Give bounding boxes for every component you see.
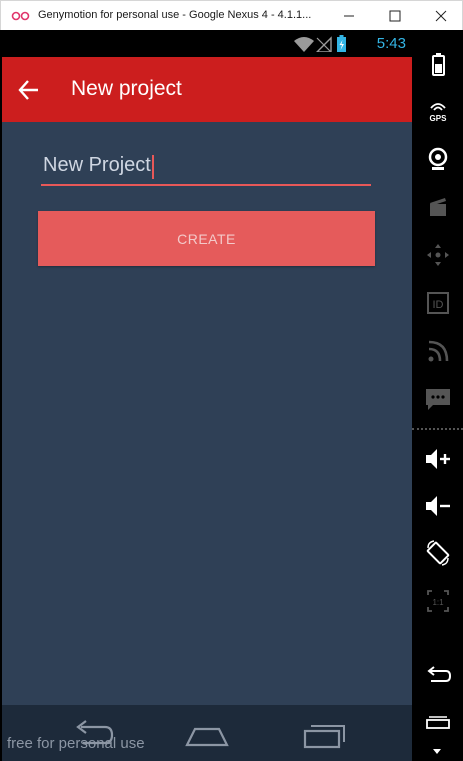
device-screen: 5:43 New project New Project CREATE free… xyxy=(2,30,412,761)
close-button[interactable] xyxy=(418,1,463,31)
genymotion-logo-icon xyxy=(11,11,30,21)
window-title: Genymotion for personal use - Google Nex… xyxy=(38,9,312,21)
screencast-button[interactable] xyxy=(423,192,453,222)
app-toolbar: New project xyxy=(2,57,412,122)
device-id-icon: ID xyxy=(427,292,449,314)
project-name-value: New Project xyxy=(43,154,151,176)
watermark: free for personal use xyxy=(7,735,145,752)
emulator-side-panel: GPS ID 1:1 xyxy=(412,30,463,761)
battery-icon xyxy=(337,35,346,52)
volume-down-icon xyxy=(426,496,450,516)
back-icon xyxy=(427,666,452,682)
pixel-perfect-icon: 1:1 xyxy=(427,590,449,612)
side-panel-divider xyxy=(412,428,463,430)
project-name-field[interactable]: New Project xyxy=(41,152,371,186)
dpad-icon xyxy=(427,244,449,266)
network-icon xyxy=(428,340,449,362)
rotate-button[interactable] xyxy=(423,538,453,568)
network-button[interactable] xyxy=(423,336,453,366)
window-titlebar[interactable]: Genymotion for personal use - Google Nex… xyxy=(0,0,463,30)
pixel-perfect-button[interactable]: 1:1 xyxy=(423,586,453,616)
sms-icon xyxy=(426,389,450,410)
sms-button[interactable] xyxy=(423,384,453,414)
maximize-icon xyxy=(389,10,401,22)
close-icon xyxy=(435,10,447,22)
svg-text:GPS: GPS xyxy=(430,114,448,123)
device-id-button[interactable]: ID xyxy=(423,288,453,318)
webcam-button[interactable] xyxy=(423,144,453,174)
wifi-icon xyxy=(294,37,314,52)
screencast-icon xyxy=(430,198,446,216)
status-time: 5:43 xyxy=(376,35,406,52)
text-cursor xyxy=(152,155,154,179)
volume-down-button[interactable] xyxy=(423,491,453,521)
gps-icon: GPS xyxy=(430,103,448,123)
volume-up-button[interactable] xyxy=(423,444,453,474)
navigation-bar xyxy=(2,705,412,761)
nav-recent-button[interactable] xyxy=(299,717,347,751)
scroll-down-icon[interactable] xyxy=(431,746,443,756)
volume-up-icon xyxy=(426,449,450,469)
menu-icon xyxy=(426,716,450,729)
create-button[interactable]: CREATE xyxy=(38,211,375,266)
rotate-icon xyxy=(426,540,450,566)
side-menu-button[interactable] xyxy=(423,708,453,738)
nav-home-button[interactable] xyxy=(183,717,231,751)
gps-button[interactable]: GPS xyxy=(423,96,453,126)
webcam-icon xyxy=(428,147,448,170)
page-title: New project xyxy=(71,77,182,100)
back-button[interactable] xyxy=(16,77,42,103)
side-back-button[interactable] xyxy=(423,660,453,690)
dpad-button[interactable] xyxy=(423,240,453,270)
minimize-button[interactable] xyxy=(326,1,372,31)
arrow-back-icon xyxy=(18,80,38,100)
battery-widget-icon xyxy=(432,53,445,76)
svg-text:ID: ID xyxy=(433,299,444,311)
battery-widget-button[interactable] xyxy=(423,50,453,80)
status-icons xyxy=(294,35,346,52)
maximize-button[interactable] xyxy=(372,1,418,31)
signal-icon xyxy=(316,36,332,52)
minimize-icon xyxy=(344,15,354,17)
status-bar: 5:43 xyxy=(2,30,412,57)
svg-text:1:1: 1:1 xyxy=(432,598,444,607)
recent-apps-icon xyxy=(303,725,345,749)
home-icon xyxy=(185,727,229,747)
